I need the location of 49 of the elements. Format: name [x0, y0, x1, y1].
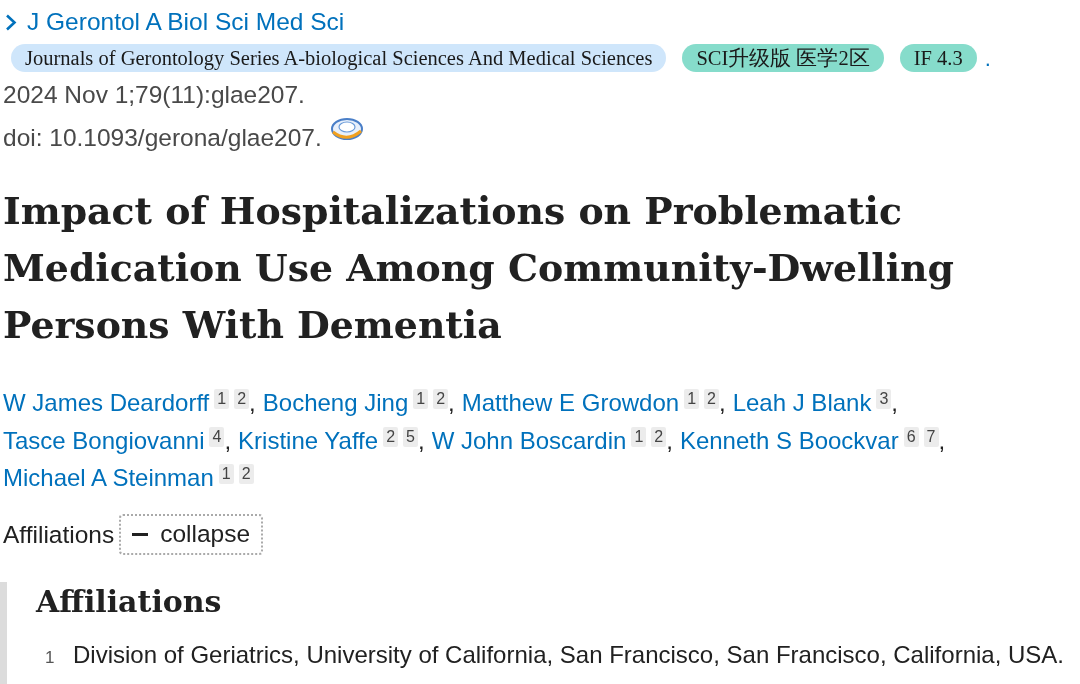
journal-link[interactable]: J Gerontol A Biol Sci Med Sci	[27, 7, 345, 37]
comma-text: ,	[938, 426, 946, 454]
chevron-right-icon	[5, 13, 17, 31]
author-link[interactable]: Matthew E Growdon	[461, 389, 680, 416]
affiliation-number-button[interactable]: 6	[903, 426, 919, 447]
minus-icon	[132, 533, 149, 536]
affiliation-number-button[interactable]: 2	[234, 389, 250, 409]
doi-text: doi: 10.1093/gerona/glae207.	[3, 123, 322, 153]
affiliation-number-button[interactable]: 7	[923, 426, 939, 447]
affiliation-number-button[interactable]: 1	[218, 464, 234, 484]
affiliation-number-button[interactable]: 4	[209, 426, 225, 447]
article-title: Impact of Hospitalizations on Problematic Medication Use Among Community-Dwelling Persons With Dementia	[3, 188, 955, 349]
affiliation-number-button[interactable]: 1	[214, 389, 230, 409]
author-link[interactable]: Kenneth S Boockvar	[679, 426, 899, 454]
period-text: .	[984, 44, 991, 73]
affiliation-number-button[interactable]: 2	[383, 426, 399, 447]
citation-text: 2024 Nov 1;79(11):glae207.	[3, 80, 306, 110]
comma-text: ,	[417, 426, 425, 454]
affiliation-number-button[interactable]: 2	[433, 389, 449, 409]
author-link[interactable]: Tasce Bongiovanni	[3, 426, 205, 454]
affiliation-number-button[interactable]: 2	[651, 426, 667, 447]
comma-text: ,	[448, 389, 455, 416]
affiliation-number-button[interactable]: 5	[403, 426, 418, 447]
affiliations-heading: Affiliations	[36, 582, 223, 621]
affiliation-number-button[interactable]: 1	[413, 389, 429, 409]
affiliation-number: 1	[45, 646, 56, 669]
journal-tag: IF 4.3	[899, 44, 977, 72]
affiliation-number-button[interactable]: 3	[876, 389, 892, 409]
oval-emblem-icon[interactable]	[329, 117, 364, 143]
affiliations-label: Affiliations	[3, 519, 115, 550]
author-link[interactable]: W John Boscardin	[431, 426, 627, 454]
collapse-button[interactable]: collapse	[119, 514, 264, 555]
comma-text: ,	[249, 389, 256, 416]
author-link[interactable]: Leah J Blank	[732, 389, 872, 416]
author-link[interactable]: Bocheng Jing	[262, 389, 409, 416]
affiliation-number-button[interactable]: 1	[684, 389, 700, 409]
affiliation-number-button[interactable]: 1	[631, 426, 647, 447]
comma-text: ,	[718, 389, 726, 416]
comma-text: ,	[224, 426, 232, 454]
author-link[interactable]: Kristine Yaffe	[238, 426, 379, 454]
comma-text: ,	[666, 426, 673, 454]
journal-tag: Journals of Gerontology Series A-biological Sciences And Medical Sciences	[11, 44, 667, 72]
affiliation-text: Division of Geriatrics, University of California, San Francisco, San Francisco, California, USA.	[73, 639, 1064, 670]
author-link[interactable]: W James Deardorff	[3, 389, 210, 416]
affiliation-number-button[interactable]: 2	[238, 464, 254, 484]
affiliation-number-button[interactable]: 2	[704, 389, 719, 409]
author-link[interactable]: Michael A Steinman	[3, 464, 214, 491]
journal-tag: SCI升级版 医学2区	[682, 44, 884, 72]
comma-text: ,	[891, 389, 898, 416]
